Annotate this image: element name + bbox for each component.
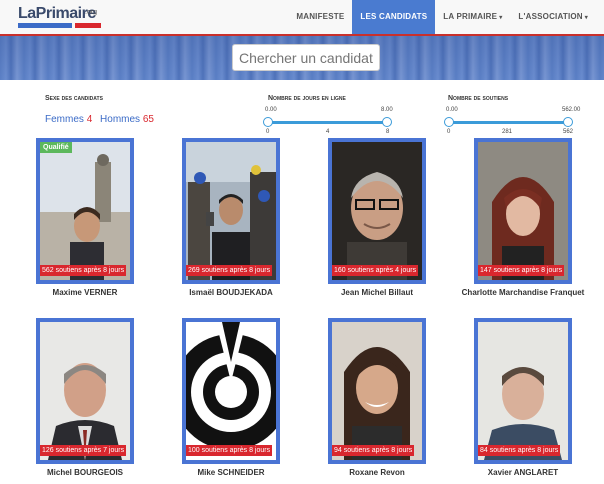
slider-min-value: 0.00 (265, 107, 277, 113)
slider-max-value: 562.00 (562, 107, 581, 113)
women-filter-link[interactable]: Femmes (45, 114, 84, 125)
candidate-name[interactable]: Mike SCHNEIDER (152, 468, 310, 477)
slider-track[interactable] (265, 121, 389, 124)
chevron-down-icon: ▾ (499, 15, 503, 21)
slider-tick: 562 (563, 129, 574, 135)
nav-la-primaire[interactable]: La primaire ▾ (435, 0, 510, 34)
candidate-name[interactable]: Ismaël BOUDJEKADA (152, 288, 310, 297)
candidate-photo (40, 322, 130, 460)
nav-manifeste[interactable]: Manifeste (288, 0, 352, 34)
men-filter-link[interactable]: Hommes (100, 114, 140, 125)
slider-handle-max[interactable] (382, 117, 392, 127)
navbar: LaPrimaire .org Manifeste Les candidats … (0, 0, 604, 36)
logo[interactable]: LaPrimaire .org (18, 5, 102, 29)
slider-handle-min[interactable] (444, 117, 454, 127)
candidate-card[interactable]: 94 soutiens après 8 jours Roxane Revon (328, 318, 426, 477)
candidate-photo (186, 322, 276, 460)
candidate-card[interactable]: 100 soutiens après 8 jours Mike SCHNEIDE… (182, 318, 280, 477)
candidate-photo (478, 322, 568, 460)
candidate-card[interactable]: 84 soutiens après 8 jours Xavier ANGLARE… (474, 318, 572, 477)
nav-label: L'association (518, 12, 583, 21)
candidate-photo (40, 142, 130, 280)
candidate-card[interactable]: Qualifié 562 soutiens après 8 jours Maxi… (36, 138, 134, 297)
candidate-photo (478, 142, 568, 280)
chevron-down-icon: ▾ (584, 15, 588, 21)
gender-filter-title: Sexe des candidats (45, 95, 103, 102)
days-filter-title: Nombre de jours en ligne (268, 95, 346, 102)
slider-handle-min[interactable] (263, 117, 273, 127)
logo-bar-blue (18, 23, 72, 28)
candidate-card[interactable]: 160 soutiens après 4 jours Jean Michel B… (328, 138, 426, 297)
search-input[interactable] (232, 44, 380, 71)
support-count: 160 soutiens après 4 jours (332, 265, 419, 276)
support-count: 84 soutiens après 8 jours (478, 445, 561, 456)
nav-label: La primaire (443, 12, 498, 21)
support-count: 100 soutiens après 8 jours (186, 445, 273, 456)
men-count: 65 (142, 114, 154, 125)
candidate-name[interactable]: Xavier ANGLARET (444, 468, 602, 477)
women-count: 4 (86, 114, 93, 125)
candidate-photo (332, 142, 422, 280)
support-count: 94 soutiens après 8 jours (332, 445, 415, 456)
slider-min-value: 0.00 (446, 107, 458, 113)
candidate-name[interactable]: Michel BOURGEOIS (6, 468, 164, 477)
support-count: 147 soutiens après 8 jours (478, 265, 565, 276)
qualified-badge: Qualifié (40, 142, 72, 153)
support-count: 562 soutiens après 8 jours (40, 265, 127, 276)
slider-handle-max[interactable] (563, 117, 573, 127)
nav-menu: Manifeste Les candidats La primaire ▾ L'a… (288, 0, 596, 34)
support-count: 126 soutiens après 7 jours (40, 445, 127, 456)
slider-tick: 4 (326, 129, 330, 135)
candidate-photo (186, 142, 276, 280)
candidate-photo (332, 322, 422, 460)
candidate-name[interactable]: Jean Michel Billaut (298, 288, 456, 297)
candidate-card[interactable]: 147 soutiens après 8 jours Charlotte Mar… (462, 138, 584, 297)
slider-max-value: 8.00 (381, 107, 393, 113)
candidate-name[interactable]: Roxane Revon (298, 468, 456, 477)
slider-tick: 0 (266, 129, 270, 135)
nav-label: Manifeste (296, 12, 345, 21)
nav-label: Les candidats (360, 12, 428, 21)
slider-tick: 281 (502, 129, 513, 135)
supports-filter-title: Nombre de soutiens (448, 95, 509, 102)
nav-les-candidats[interactable]: Les candidats (352, 0, 436, 34)
slider-tick: 8 (386, 129, 390, 135)
nav-association[interactable]: L'association ▾ (510, 0, 596, 34)
candidate-name[interactable]: Maxime VERNER (6, 288, 164, 297)
slider-tick: 0 (447, 129, 451, 135)
support-count: 269 soutiens après 8 jours (186, 265, 273, 276)
candidate-card[interactable]: 269 soutiens après 8 jours Ismaël BOUDJE… (182, 138, 280, 297)
candidate-card[interactable]: 126 soutiens après 7 jours Michel BOURGE… (36, 318, 134, 477)
slider-track[interactable] (446, 121, 570, 124)
logo-bar-red (75, 23, 101, 28)
gender-filter: Femmes 4 Hommes 65 (45, 114, 159, 125)
logo-suffix: .org (85, 9, 98, 16)
crowd-banner (0, 36, 604, 80)
candidate-name[interactable]: Charlotte Marchandise Franquet (444, 288, 602, 297)
